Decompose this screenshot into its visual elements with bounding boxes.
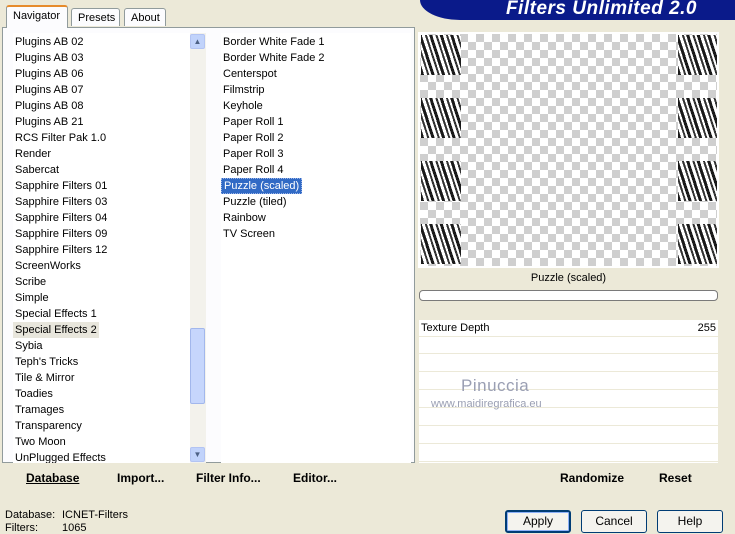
category-item[interactable]: Sybia bbox=[13, 338, 45, 354]
param-name: Texture Depth bbox=[421, 322, 490, 334]
filter-item[interactable]: Border White Fade 1 bbox=[221, 34, 327, 50]
category-item[interactable]: Plugins AB 21 bbox=[13, 114, 86, 130]
category-item[interactable]: Tile & Mirror bbox=[13, 370, 76, 386]
cancel-button[interactable]: Cancel bbox=[581, 510, 647, 533]
category-item[interactable]: UnPlugged Effects bbox=[13, 450, 108, 463]
tab-about[interactable]: About bbox=[124, 8, 166, 26]
editor-button[interactable]: Editor... bbox=[293, 471, 337, 485]
tab-navigator[interactable]: Navigator bbox=[6, 5, 68, 28]
filter-item[interactable]: Paper Roll 2 bbox=[221, 130, 286, 146]
category-item[interactable]: Sapphire Filters 04 bbox=[13, 210, 109, 226]
filter-item[interactable]: Puzzle (scaled) bbox=[221, 178, 303, 194]
param-value[interactable]: 255 bbox=[698, 322, 716, 334]
filter-item[interactable]: Paper Roll 4 bbox=[221, 162, 286, 178]
category-item[interactable]: Scribe bbox=[13, 274, 48, 290]
scroll-up-button[interactable]: ▲ bbox=[190, 34, 205, 49]
preview-caption: Puzzle (scaled) bbox=[419, 268, 718, 288]
param-row bbox=[419, 409, 718, 426]
category-item[interactable]: Plugins AB 03 bbox=[13, 50, 86, 66]
param-row bbox=[419, 355, 718, 372]
category-item[interactable]: RCS Filter Pak 1.0 bbox=[13, 130, 108, 146]
database-button[interactable]: Database bbox=[26, 471, 79, 485]
filter-info-button[interactable]: Filter Info... bbox=[196, 471, 261, 485]
category-item[interactable]: Special Effects 1 bbox=[13, 306, 99, 322]
category-item[interactable]: Render bbox=[13, 146, 53, 162]
progress-bar bbox=[419, 290, 718, 301]
database-value: ICNET-Filters bbox=[62, 509, 128, 521]
filter-item[interactable]: Border White Fade 2 bbox=[221, 50, 327, 66]
reset-button[interactable]: Reset bbox=[659, 471, 692, 485]
apply-button[interactable]: Apply bbox=[505, 510, 571, 533]
param-row bbox=[419, 337, 718, 354]
category-item[interactable]: Two Moon bbox=[13, 434, 68, 450]
category-item[interactable]: Sapphire Filters 09 bbox=[13, 226, 109, 242]
scroll-down-button[interactable]: ▼ bbox=[190, 447, 205, 462]
app-banner-title: Filters Unlimited 2.0 bbox=[420, 0, 735, 20]
database-label: Database: bbox=[5, 509, 56, 521]
filter-item[interactable]: Paper Roll 3 bbox=[221, 146, 286, 162]
category-item[interactable]: Special Effects 2 bbox=[13, 322, 99, 338]
category-item[interactable]: Sapphire Filters 01 bbox=[13, 178, 109, 194]
category-item[interactable]: ScreenWorks bbox=[13, 258, 83, 274]
filter-item[interactable]: Rainbow bbox=[221, 210, 268, 226]
category-item[interactable]: Plugins AB 02 bbox=[13, 34, 86, 50]
import-button[interactable]: Import... bbox=[117, 471, 164, 485]
filter-item[interactable]: Puzzle (tiled) bbox=[221, 194, 289, 210]
preview-image bbox=[420, 34, 717, 266]
left-button-bar: Database Import... Filter Info... Editor… bbox=[8, 464, 413, 492]
category-scrollbar[interactable]: ▲ ▼ bbox=[190, 33, 206, 463]
param-row bbox=[419, 445, 718, 462]
param-row[interactable]: Texture Depth 255 bbox=[419, 320, 718, 337]
category-list[interactable]: Plugins AB 02 Plugins AB 03 Plugins AB 06 P… bbox=[13, 33, 191, 463]
category-item[interactable]: Tramages bbox=[13, 402, 66, 418]
filter-item[interactable]: Paper Roll 1 bbox=[221, 114, 286, 130]
category-item[interactable]: Plugins AB 08 bbox=[13, 98, 86, 114]
category-item[interactable]: Sapphire Filters 12 bbox=[13, 242, 109, 258]
category-item[interactable]: Simple bbox=[13, 290, 51, 306]
watermark-url: www.maidiregrafica.eu bbox=[431, 398, 542, 410]
tab-presets[interactable]: Presets bbox=[71, 8, 120, 26]
filter-item[interactable]: Centerspot bbox=[221, 66, 279, 82]
category-item[interactable]: Plugins AB 07 bbox=[13, 82, 86, 98]
filter-list[interactable]: Border White Fade 1 Border White Fade 2 Ce… bbox=[221, 33, 411, 463]
category-item[interactable]: Sabercat bbox=[13, 162, 61, 178]
category-item[interactable]: Teph's Tricks bbox=[13, 354, 80, 370]
help-button[interactable]: Help bbox=[657, 510, 723, 533]
category-item[interactable]: Transparency bbox=[13, 418, 84, 434]
filters-label: Filters: bbox=[5, 522, 38, 534]
category-item[interactable]: Toadies bbox=[13, 386, 55, 402]
right-button-bar: Randomize Reset bbox=[419, 464, 718, 492]
param-row bbox=[419, 427, 718, 444]
filter-item[interactable]: Keyhole bbox=[221, 98, 265, 114]
scroll-thumb[interactable] bbox=[190, 328, 205, 404]
category-item[interactable]: Sapphire Filters 03 bbox=[13, 194, 109, 210]
randomize-button[interactable]: Randomize bbox=[560, 471, 624, 485]
filters-value: 1065 bbox=[62, 522, 87, 534]
filter-item[interactable]: Filmstrip bbox=[221, 82, 267, 98]
category-item[interactable]: Plugins AB 06 bbox=[13, 66, 86, 82]
filter-item[interactable]: TV Screen bbox=[221, 226, 277, 242]
watermark-name: Pinuccia bbox=[461, 376, 530, 395]
